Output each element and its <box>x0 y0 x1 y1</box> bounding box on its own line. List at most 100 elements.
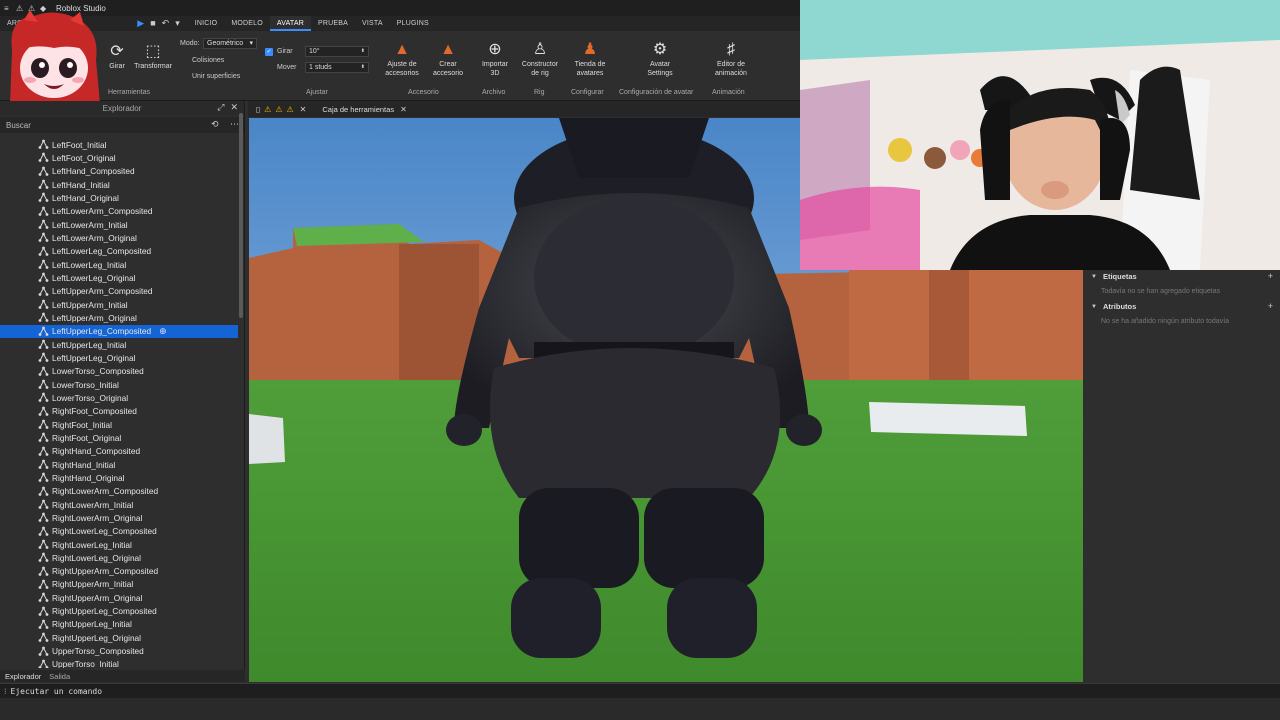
close-icon[interactable]: ✕ <box>230 102 238 113</box>
attachment-icon <box>38 432 49 443</box>
attachment-icon <box>38 166 49 177</box>
chevron-down-icon[interactable]: ▾ <box>175 18 180 29</box>
tree-item[interactable]: RightUpperLeg_Original <box>0 631 238 644</box>
globe-icon: ⊕ <box>488 40 502 58</box>
close-icon[interactable]: ✕ <box>400 105 407 114</box>
tree-item[interactable]: LeftUpperLeg_Composited ⊕ <box>0 324 238 338</box>
more-icon[interactable]: ⋯ <box>230 119 239 130</box>
unir-superficies-toggle[interactable]: Unir superficies <box>192 73 240 80</box>
tab-explorador[interactable]: Explorador <box>5 672 41 681</box>
collapse-triangle-icon[interactable]: ▼ <box>1091 274 1097 280</box>
tree-item[interactable]: LeftLowerArm_Initial <box>0 218 238 231</box>
tree-item[interactable]: LowerTorso_Original <box>0 391 238 404</box>
tree-item[interactable]: LeftUpperArm_Initial <box>0 298 238 311</box>
tree-item-label: RightUpperLeg_Original <box>52 632 142 643</box>
stepper-icon[interactable]: ⬍ <box>361 63 365 72</box>
tree-item[interactable]: RightHand_Original <box>0 471 238 484</box>
tab-vista[interactable]: VISTA <box>355 16 390 31</box>
crear-accesorio-button[interactable]: ▲ Crear accesorio <box>428 39 468 78</box>
tree-item[interactable]: RightUpperLeg_Composited <box>0 604 238 617</box>
tab-caja-herramientas[interactable]: Caja de herramientas ✕ <box>314 101 414 117</box>
undo-icon[interactable]: ↶ <box>162 18 170 29</box>
add-attribute-icon[interactable]: + <box>1268 301 1273 311</box>
tab-modelo[interactable]: MODELO <box>224 16 270 31</box>
dock-icon[interactable]: ⤢ <box>217 102 224 113</box>
tree-item[interactable]: LeftHand_Composited <box>0 165 238 178</box>
insert-object-icon[interactable]: ⊕ <box>159 326 167 337</box>
colisiones-toggle[interactable]: Colisiones <box>192 57 224 64</box>
mover-snap-input[interactable]: 1 studs ⬍ <box>305 62 369 73</box>
tree-item[interactable]: RightUpperArm_Initial <box>0 578 238 591</box>
tree-item[interactable]: RightLowerArm_Initial <box>0 498 238 511</box>
tags-section-header[interactable]: ▼ Etiquetas + <box>1085 270 1280 283</box>
tree-item[interactable]: RightUpperArm_Original <box>0 591 238 604</box>
explorer-search-input[interactable]: Buscar ⟲ ⋯ <box>0 117 244 133</box>
tree-item[interactable]: LowerTorso_Composited <box>0 365 238 378</box>
tree-item[interactable]: RightUpperLeg_Initial <box>0 618 238 631</box>
tree-item[interactable]: RightLowerLeg_Initial <box>0 538 238 551</box>
tree-item[interactable]: RightHand_Composited <box>0 445 238 458</box>
tree-item[interactable]: LeftLowerArm_Original <box>0 231 238 244</box>
avatar-settings-button[interactable]: ⚙ Avatar Settings <box>640 39 680 78</box>
tree-item[interactable]: LeftUpperArm_Composited <box>0 285 238 298</box>
tree-item[interactable]: LeftUpperLeg_Initial <box>0 338 238 351</box>
tab-plugins[interactable]: PLUGINS <box>390 16 436 31</box>
tab-prueba[interactable]: PRUEBA <box>311 16 355 31</box>
attachment-icon <box>38 646 49 657</box>
attributes-section-header[interactable]: ▼ Atributos + <box>1085 300 1280 313</box>
attachment-icon <box>38 659 49 668</box>
constructor-rig-button[interactable]: ♙ Constructor de rig <box>518 39 562 78</box>
tree-item[interactable]: RightLowerArm_Original <box>0 511 238 524</box>
tree-item[interactable]: RightUpperArm_Composited <box>0 565 238 578</box>
tree-item[interactable]: UpperTorso_Initial <box>0 658 238 668</box>
stepper-icon[interactable]: ⬍ <box>361 47 365 56</box>
history-icon[interactable]: ⟲ <box>211 119 219 130</box>
tab-place[interactable]: ▯ ⚠ ⚠ ⚠ ✕ <box>248 101 314 117</box>
tree-item[interactable]: RightLowerLeg_Composited <box>0 525 238 538</box>
transformar-button[interactable]: ⬚ Transformar <box>130 41 176 71</box>
tree-item[interactable]: RightFoot_Composited <box>0 405 238 418</box>
attachment-icon <box>38 526 49 537</box>
tree-item[interactable]: LeftLowerLeg_Original <box>0 271 238 284</box>
tab-inicio[interactable]: INICIO <box>188 16 225 31</box>
play-icon[interactable]: ▶ <box>137 18 144 29</box>
command-bar-input[interactable]: ⁝ Ejecutar un comando <box>0 683 1280 698</box>
tree-item[interactable]: RightHand_Initial <box>0 458 238 471</box>
tree-item[interactable]: LeftFoot_Original <box>0 151 238 164</box>
tree-item[interactable]: LowerTorso_Initial <box>0 378 238 391</box>
importar-3d-button[interactable]: ⊕ Importar 3D <box>477 39 513 78</box>
close-icon[interactable]: ✕ <box>300 105 307 114</box>
ajuste-accesorios-button[interactable]: ▲ Ajuste de accesorios <box>380 39 424 78</box>
modo-select[interactable]: Geométrico ▾ <box>203 38 257 49</box>
collapse-triangle-icon[interactable]: ▼ <box>1091 304 1097 310</box>
tree-item[interactable]: LeftFoot_Initial <box>0 138 238 151</box>
attachment-icon <box>38 592 49 603</box>
add-tag-icon[interactable]: + <box>1268 271 1273 281</box>
girar-checkbox[interactable]: ✓ <box>265 48 273 56</box>
tree-item[interactable]: UpperTorso_Composited <box>0 644 238 657</box>
attachment-icon <box>38 446 49 457</box>
tree-item[interactable]: LeftUpperArm_Original <box>0 311 238 324</box>
stop-icon[interactable]: ■ <box>150 18 155 29</box>
tree-item[interactable]: RightLowerArm_Composited <box>0 485 238 498</box>
gear-icon: ⚙ <box>652 40 668 58</box>
tree-item-label: UpperTorso_Initial <box>52 659 119 668</box>
group-configurar: Configurar <box>571 89 604 96</box>
explorer-scrollbar[interactable] <box>239 113 243 318</box>
editor-animacion-button[interactable]: ♯ Editor de animación <box>710 39 752 78</box>
tienda-avatares-button[interactable]: ♟ Tienda de avatares <box>570 39 610 78</box>
tree-item[interactable]: RightFoot_Initial <box>0 418 238 431</box>
tree-item[interactable]: LeftLowerArm_Composited <box>0 205 238 218</box>
tree-item[interactable]: LeftUpperLeg_Original <box>0 351 238 364</box>
tree-item[interactable]: LeftLowerLeg_Initial <box>0 258 238 271</box>
tree-item[interactable]: LeftHand_Initial <box>0 178 238 191</box>
tree-item[interactable]: LeftLowerLeg_Composited <box>0 245 238 258</box>
girar-snap-input[interactable]: 10° ⬍ <box>305 46 369 57</box>
tree-item[interactable]: RightLowerLeg_Original <box>0 551 238 564</box>
tree-item-label: RightUpperLeg_Initial <box>52 619 132 630</box>
tab-salida[interactable]: Salida <box>49 672 70 681</box>
girar-button[interactable]: ⟳ Girar <box>104 41 130 71</box>
tab-avatar[interactable]: AVATAR <box>269 16 312 31</box>
tree-item[interactable]: RightFoot_Original <box>0 431 238 444</box>
tree-item[interactable]: LeftHand_Original <box>0 191 238 204</box>
